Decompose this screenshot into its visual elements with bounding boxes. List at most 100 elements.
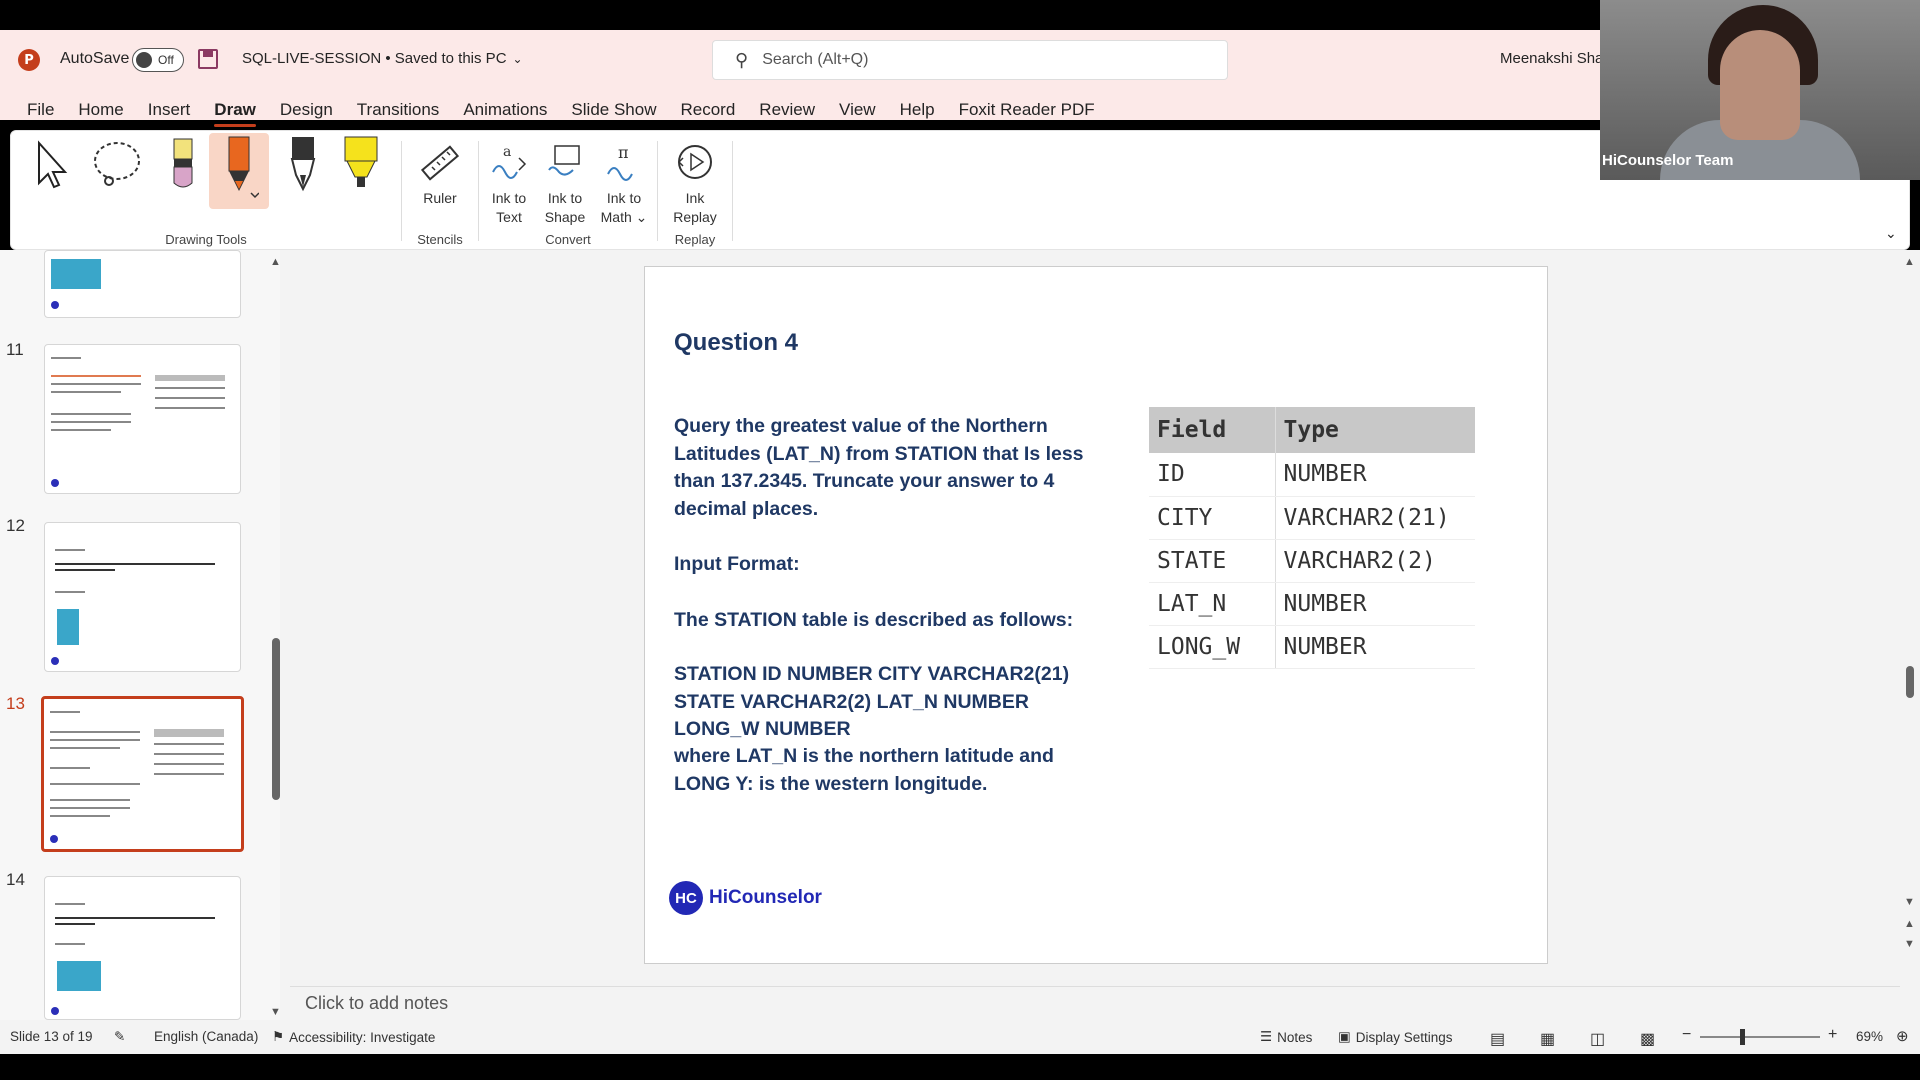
save-icon[interactable] [198,49,218,69]
previous-slide-icon[interactable]: ▲ [1904,918,1915,930]
ink-replay-button[interactable]: Ink Replay [664,139,726,227]
pencil-tool-button[interactable] [163,137,203,195]
tab-view[interactable]: View [827,90,888,130]
slide-thumbnail[interactable] [44,522,241,672]
accessibility-status[interactable]: ⚑ Accessibility: Investigate [272,1029,435,1045]
highlighter-button[interactable] [341,135,381,197]
ink-to-text-button[interactable]: a Ink to Text [481,139,537,227]
ink-to-math-button[interactable]: π Ink to Math ⌄ [593,139,655,227]
thumbnail-table-row [154,743,224,745]
ink-to-shape-label-2: Shape [544,209,586,225]
notes-input[interactable]: Click to add notes [290,986,1900,1020]
search-input[interactable]: ⚲ Search (Alt+Q) [712,40,1228,80]
table-row: LONG_W NUMBER [1149,625,1475,669]
tab-design[interactable]: Design [268,90,345,130]
normal-view-icon[interactable]: ▤ [1490,1029,1505,1049]
replay-label: Replay [674,232,716,247]
reading-view-icon[interactable]: ◫ [1590,1029,1605,1049]
accessibility-icon: ⚑ [272,1029,285,1044]
table-cell: VARCHAR2(21) [1275,496,1475,540]
select-tool-button[interactable] [31,140,71,191]
ruler-button[interactable]: Ruler [410,139,470,208]
slide-sorter-icon[interactable]: ▦ [1540,1029,1555,1049]
thumbnail-logo [51,301,59,309]
slide-thumbnail[interactable] [44,250,241,318]
scroll-up-icon[interactable]: ▲ [270,256,281,268]
thumbnail-text-line [50,739,140,741]
webcam-overlay: HiCounselor Team [1600,0,1920,180]
accessibility-label: Accessibility: Investigate [289,1029,436,1045]
zoom-slider[interactable] [1700,1036,1820,1038]
slide-scrollbar-thumb[interactable] [1906,666,1914,698]
table-row: LAT_N NUMBER [1149,582,1475,626]
slide-show-icon[interactable]: ▩ [1640,1029,1655,1049]
thumbnail-title [55,903,85,905]
next-slide-icon[interactable]: ▼ [1904,938,1915,950]
convert-label: Convert [545,232,591,247]
tab-home[interactable]: Home [66,90,135,130]
drawing-tools-group: Drawing Tools [11,131,401,251]
pen-orange-button[interactable] [209,133,269,209]
ink-replay-label-1: Ink [685,190,705,206]
divider [732,141,733,241]
highlighter-icon [341,135,381,195]
scroll-down-icon[interactable]: ▼ [270,1006,281,1018]
display-settings-button[interactable]: ▣ Display Settings [1338,1029,1453,1045]
hicounselor-logo-text: HiCounselor [709,887,822,908]
autosave-toggle[interactable]: Off [132,48,184,72]
pen-black-button[interactable] [283,135,323,197]
tab-record[interactable]: Record [668,90,747,130]
ribbon-collapse-chevron-icon[interactable]: ⌄ [1885,225,1897,242]
slide-count: Slide 13 of 19 [10,1029,93,1044]
tab-animations[interactable]: Animations [451,90,559,130]
thumbnail-table-row [154,763,224,765]
thumbnail-scrollbar[interactable] [272,638,280,800]
tab-slide-show[interactable]: Slide Show [559,90,668,130]
table-cell: CITY [1149,496,1276,540]
tab-draw[interactable]: Draw [202,90,268,130]
station-table: Field Type ID NUMBER CITY VARCHAR2(21) S… [1149,407,1475,669]
ink-to-shape-button[interactable]: Ink to Shape [537,139,593,227]
zoom-in-icon[interactable]: + [1828,1026,1837,1044]
slide-thumbnail[interactable] [44,876,241,1020]
scroll-up-icon[interactable]: ▲ [1904,256,1915,268]
stencils-label: Stencils [417,232,463,247]
thumbnail-text-line [50,807,130,809]
tab-file[interactable]: File [15,90,66,130]
table-header-row: Field Type [1149,407,1475,453]
ink-to-math-icon: π [604,139,644,187]
station-schema-text: STATION ID NUMBER CITY VARCHAR2(21) STAT… [674,663,1070,740]
powerpoint-icon[interactable]: P [18,49,40,71]
tab-transitions[interactable]: Transitions [345,90,452,130]
slide-thumbnail[interactable] [44,344,241,494]
zoom-level[interactable]: 69% [1856,1029,1883,1044]
scroll-down-icon[interactable]: ▼ [1904,896,1915,908]
document-title[interactable]: SQL-LIVE-SESSION • Saved to this PC ⌄ [242,50,523,67]
tab-foxit-reader-pdf[interactable]: Foxit Reader PDF [947,90,1107,130]
zoom-out-icon[interactable]: − [1682,1026,1691,1044]
ribbon-tabs: File Home Insert Draw Design Transitions… [0,90,1107,130]
user-name[interactable]: Meenakshi Shar [1500,50,1608,67]
tab-review[interactable]: Review [747,90,827,130]
ink-to-text-icon: a [489,139,529,187]
tab-help[interactable]: Help [888,90,947,130]
thumbnail-text-line [55,591,85,593]
notes-button[interactable]: ☰ Notes [1260,1029,1312,1045]
lasso-select-button[interactable] [89,141,145,191]
tab-insert[interactable]: Insert [136,90,203,130]
zoom-slider-thumb[interactable] [1740,1029,1745,1045]
thumbnail-logo [51,479,59,487]
slide-thumbnail-selected[interactable] [41,696,244,852]
thumbnail-text-line [51,421,131,423]
question-text: Query the greatest value of the Northern… [674,415,1084,520]
slide-thumbnail-pane[interactable]: ▲ 11 12 13 14 ▼ [0,250,281,1020]
spelling-check-icon[interactable]: ✎ [114,1029,125,1045]
thumbnail-text-line [51,375,141,377]
language-indicator[interactable]: English (Canada) [154,1029,258,1044]
slide-canvas[interactable]: Question 4 Query the greatest value of t… [644,266,1548,964]
slide-scrollbar[interactable]: ▲ ▼ ▲ ▼ [1902,250,1918,1020]
slide-title: Question 4 [674,329,799,356]
fit-to-window-icon[interactable]: ⊕ [1896,1027,1909,1045]
thumbnail-image [57,609,79,645]
ink-to-math-label-1: Ink to [606,190,642,206]
